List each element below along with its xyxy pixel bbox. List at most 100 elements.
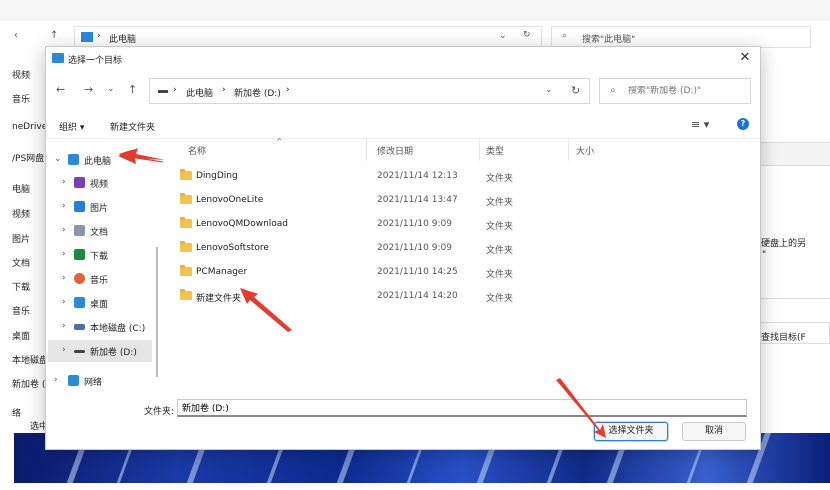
forward-button[interactable]: → xyxy=(84,83,93,96)
tree-item-this-pc[interactable]: ⌄ 此电脑 xyxy=(46,149,158,171)
recent-locations-button[interactable]: ⌄ xyxy=(107,84,115,94)
organize-menu-button[interactable]: 组织 ▾ xyxy=(59,120,84,133)
chevron-right-icon[interactable]: › xyxy=(62,225,66,235)
background-address-bar[interactable]: › 此电脑 ⌄ ↻ xyxy=(74,26,542,48)
tree-item-documents[interactable]: › 文档 xyxy=(46,220,158,242)
help-icon[interactable]: ? xyxy=(737,118,749,130)
cancel-button[interactable]: 取消 xyxy=(682,422,746,441)
new-folder-button[interactable]: 新建文件夹 xyxy=(110,120,155,133)
bg-sidebar-item[interactable]: neDrive xyxy=(12,122,47,132)
chevron-right-icon[interactable]: › xyxy=(62,345,66,355)
bg-sidebar-item[interactable]: 下载 xyxy=(12,280,30,293)
network-icon xyxy=(68,375,79,386)
folder-input[interactable] xyxy=(177,399,747,417)
folder-icon xyxy=(180,289,192,300)
bg-sidebar-item[interactable]: 电脑 xyxy=(12,182,30,195)
file-row-lenovoonelite[interactable]: LenovoOneLite 2021/11/14 13:47 文件夹 xyxy=(164,189,760,213)
bg-back-icon[interactable]: ‹ xyxy=(14,30,18,41)
file-row-lenovosoftstore[interactable]: LenovoSoftstore 2021/11/10 9:09 文件夹 xyxy=(164,237,760,261)
tree-item-local-disk-c[interactable]: › 本地磁盘 (C:) xyxy=(46,316,158,338)
tree-item-downloads[interactable]: › 下载 xyxy=(46,244,158,266)
tree-item-pictures[interactable]: › 图片 xyxy=(46,196,158,218)
breadcrumb-separator[interactable]: › xyxy=(222,85,226,95)
breadcrumb-drive-d[interactable]: 新加卷 (D:) xyxy=(234,86,281,99)
bg-address-sep: › xyxy=(97,31,101,41)
column-header-type[interactable]: 类型 xyxy=(486,144,504,157)
bg-sidebar-item[interactable]: 本地磁盘 xyxy=(12,353,48,366)
up-button[interactable]: ↑ xyxy=(128,83,137,96)
tree-item-label: 网络 xyxy=(84,378,103,388)
sort-indicator-icon: ^ xyxy=(276,137,283,146)
column-divider[interactable] xyxy=(366,139,367,161)
local-disk-icon xyxy=(74,324,85,330)
tree-item-network[interactable]: › 网络 xyxy=(46,370,158,392)
bg-sidebar-item[interactable]: 桌面 xyxy=(12,329,30,342)
chevron-right-icon[interactable]: › xyxy=(62,201,66,211)
search-input[interactable] xyxy=(628,86,748,96)
file-type: 文件夹 xyxy=(486,246,514,256)
background-search-box[interactable]: ⌕ 搜索"此电脑" xyxy=(551,26,811,48)
file-row-dingding[interactable]: DingDing 2021/11/14 12:13 文件夹 xyxy=(164,165,760,189)
chevron-right-icon[interactable]: › xyxy=(54,375,58,385)
chevron-right-icon[interactable]: › xyxy=(62,249,66,259)
bg-up-icon[interactable]: ↑ xyxy=(50,30,58,41)
bg-sidebar-item[interactable]: /PS网盘 xyxy=(12,151,44,164)
dialog-window-icon xyxy=(52,53,64,63)
column-header-size[interactable]: 大小 xyxy=(576,144,594,157)
file-name: LenovoSoftstore xyxy=(196,243,269,253)
column-divider[interactable] xyxy=(568,139,569,161)
chevron-down-icon[interactable]: ⌄ xyxy=(54,154,62,164)
bg-sidebar-item[interactable]: 文档 xyxy=(12,256,30,269)
view-options-button[interactable]: ≡ ▾ xyxy=(691,118,709,131)
tree-item-label: 新加卷 (D:) xyxy=(90,348,137,358)
document-icon xyxy=(74,225,85,236)
refresh-icon[interactable]: ↻ xyxy=(571,84,580,97)
close-button[interactable]: ✕ xyxy=(736,49,754,67)
tree-item-label: 音乐 xyxy=(90,276,109,286)
tree-item-drive-d[interactable]: › 新加卷 (D:) xyxy=(48,340,152,362)
chevron-right-icon[interactable]: › xyxy=(62,297,66,307)
select-folder-dialog: 选择一个目标 ✕ ← → ⌄ ↑ › 此电脑 › 新加卷 (D:) › ⌄ ↻ … xyxy=(45,46,761,450)
folder-icon xyxy=(180,241,192,252)
bg-sidebar-item[interactable]: 络 xyxy=(12,406,21,419)
breadcrumb-this-pc[interactable]: 此电脑 xyxy=(186,86,213,99)
tree-item-desktop[interactable]: › 桌面 xyxy=(46,292,158,314)
address-bar[interactable]: › 此电脑 › 新加卷 (D:) › ⌄ ↻ xyxy=(149,78,590,104)
tree-item-label: 文档 xyxy=(90,228,109,238)
column-divider[interactable] xyxy=(479,139,480,161)
file-row-new-folder[interactable]: 新建文件夹 2021/11/14 14:20 文件夹 xyxy=(164,285,760,309)
chevron-right-icon[interactable]: › xyxy=(62,273,66,283)
file-name: PCManager xyxy=(196,267,248,277)
command-bar: 组织 ▾ 新建文件夹 ≡ ▾ ? xyxy=(46,113,760,139)
bg-refresh-icon[interactable]: ↻ xyxy=(523,30,531,40)
tree-item-videos[interactable]: › 视频 xyxy=(46,172,158,194)
file-type: 文件夹 xyxy=(486,222,514,232)
chevron-right-icon[interactable]: › xyxy=(62,321,66,331)
select-folder-button[interactable]: 选择文件夹 xyxy=(594,422,668,441)
address-dropdown-icon[interactable]: ⌄ xyxy=(545,85,553,95)
file-row-lenovoqmdownload[interactable]: LenovoQMDownload 2021/11/10 9:09 文件夹 xyxy=(164,213,760,237)
bg-sidebar-item[interactable]: 音乐 xyxy=(12,304,30,317)
back-button[interactable]: ← xyxy=(56,83,65,96)
bg-sidebar-item[interactable]: 新加卷 ( xyxy=(12,377,45,390)
column-header-modified[interactable]: 修改日期 xyxy=(377,144,413,157)
bg-sidebar-item[interactable]: 图片 xyxy=(12,232,30,245)
bg-dropdown-icon[interactable]: ⌄ xyxy=(499,31,507,41)
file-row-pcmanager[interactable]: PCManager 2021/11/10 14:25 文件夹 xyxy=(164,261,760,285)
bg-sidebar-item[interactable]: 音乐 xyxy=(12,92,30,105)
file-name: DingDing xyxy=(196,171,238,181)
bg-address-crumb: 此电脑 xyxy=(109,35,137,45)
file-modified: 2021/11/14 14:20 xyxy=(377,291,458,301)
navigation-scrollbar[interactable] xyxy=(156,247,158,377)
tree-item-music[interactable]: › 音乐 xyxy=(46,268,158,290)
dialog-title: 选择一个目标 xyxy=(68,56,123,66)
search-box[interactable]: ⌕ xyxy=(599,78,751,104)
breadcrumb-separator[interactable]: › xyxy=(286,85,290,95)
tree-item-label: 本地磁盘 (C:) xyxy=(90,324,146,334)
chevron-right-icon[interactable]: › xyxy=(62,177,66,187)
column-header-name[interactable]: 名称 xyxy=(188,144,206,157)
tree-item-label: 此电脑 xyxy=(84,157,112,167)
computer-icon xyxy=(68,154,79,165)
bg-sidebar-item[interactable]: 视频 xyxy=(12,68,30,81)
bg-sidebar-item[interactable]: 视频 xyxy=(12,207,30,220)
